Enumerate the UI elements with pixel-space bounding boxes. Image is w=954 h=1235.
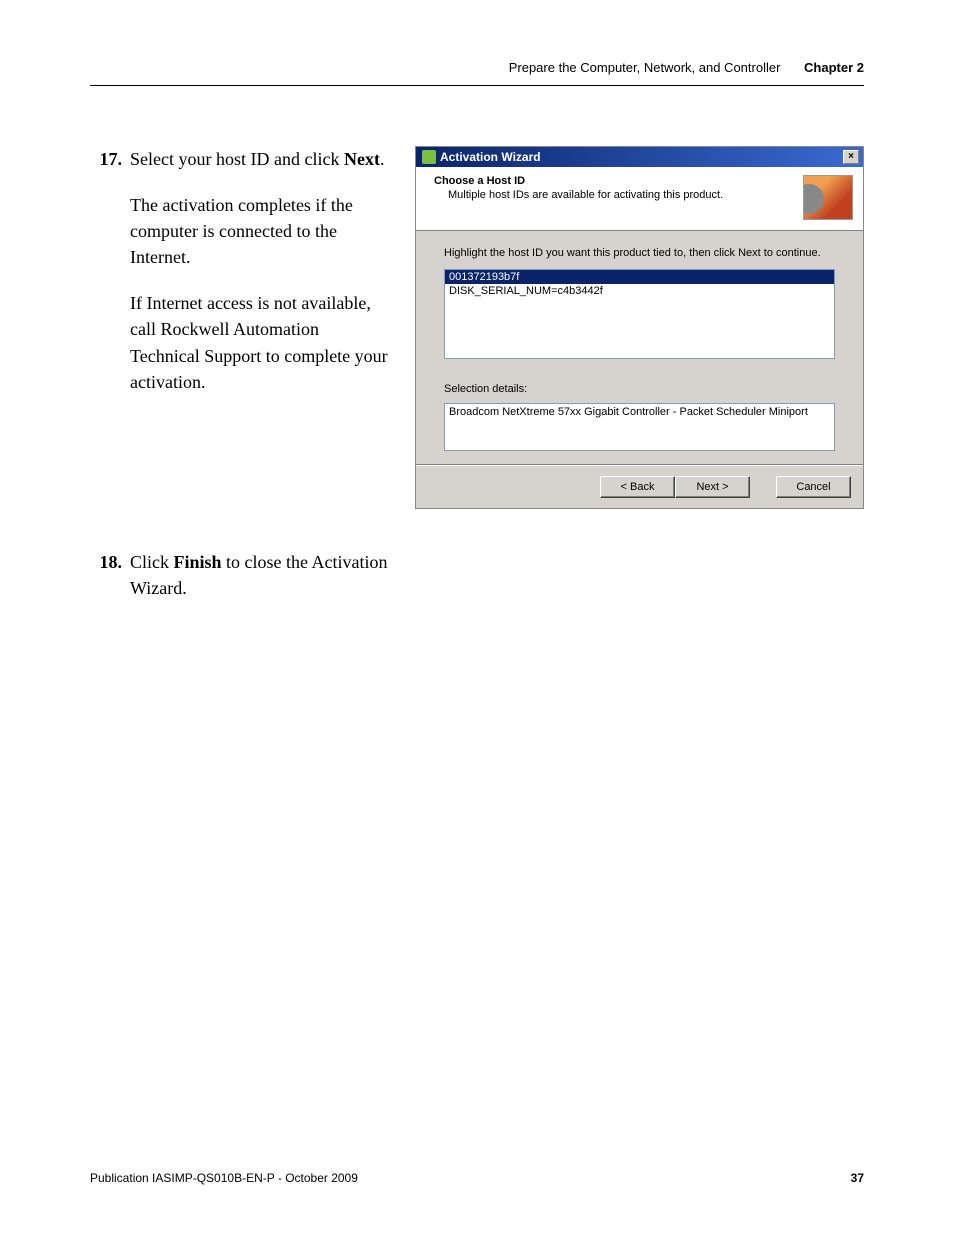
step-17-para3: If Internet access is not available, cal…: [130, 290, 390, 394]
page-number: 37: [851, 1171, 864, 1185]
host-id-item-selected[interactable]: 001372193b7f: [445, 270, 834, 284]
close-button[interactable]: ×: [843, 150, 859, 164]
step-18-instruction: Click Finish to close the Activation Wiz…: [130, 549, 390, 601]
host-id-item[interactable]: DISK_SERIAL_NUM=c4b3442f: [445, 284, 834, 298]
selection-details-box: Broadcom NetXtreme 57xx Gigabit Controll…: [444, 403, 835, 451]
step-number: 18.: [90, 549, 130, 621]
selection-details-label: Selection details:: [444, 383, 835, 395]
wizard-instruction: Highlight the host ID you want this prod…: [444, 247, 835, 259]
wizard-footer: < Back Next > Cancel: [416, 465, 863, 508]
wizard-header-title: Choose a Host ID: [434, 175, 793, 187]
close-icon: ×: [848, 151, 854, 162]
back-button[interactable]: < Back: [600, 476, 675, 498]
step-17-instruction: Select your host ID and click Next.: [130, 146, 390, 172]
chapter-label: Chapter 2: [804, 60, 864, 75]
page-header: Prepare the Computer, Network, and Contr…: [90, 60, 864, 86]
window-title: Activation Wizard: [440, 150, 541, 164]
next-button[interactable]: Next >: [675, 476, 750, 498]
step-number: 17.: [90, 146, 130, 192]
step-17-text: 17. Select your host ID and click Next. …: [90, 146, 390, 415]
host-id-listbox[interactable]: 001372193b7f DISK_SERIAL_NUM=c4b3442f: [444, 269, 835, 359]
header-title: Prepare the Computer, Network, and Contr…: [509, 60, 781, 75]
selection-details-text: Broadcom NetXtreme 57xx Gigabit Controll…: [449, 406, 808, 418]
activation-wizard-window: Activation Wizard × Choose a Host ID Mul…: [415, 146, 864, 509]
wizard-header-subtitle: Multiple host IDs are available for acti…: [448, 189, 793, 201]
wizard-banner-icon: [803, 175, 853, 220]
page-footer: Publication IASIMP-QS010B-EN-P - October…: [90, 1171, 864, 1185]
titlebar[interactable]: Activation Wizard ×: [416, 147, 863, 167]
app-icon: [422, 150, 436, 164]
step-17-para2: The activation completes if the computer…: [130, 192, 390, 270]
wizard-header: Choose a Host ID Multiple host IDs are a…: [416, 167, 863, 231]
step-18-text: 18. Click Finish to close the Activation…: [90, 549, 390, 621]
publication-info: Publication IASIMP-QS010B-EN-P - October…: [90, 1171, 358, 1185]
cancel-button[interactable]: Cancel: [776, 476, 851, 498]
